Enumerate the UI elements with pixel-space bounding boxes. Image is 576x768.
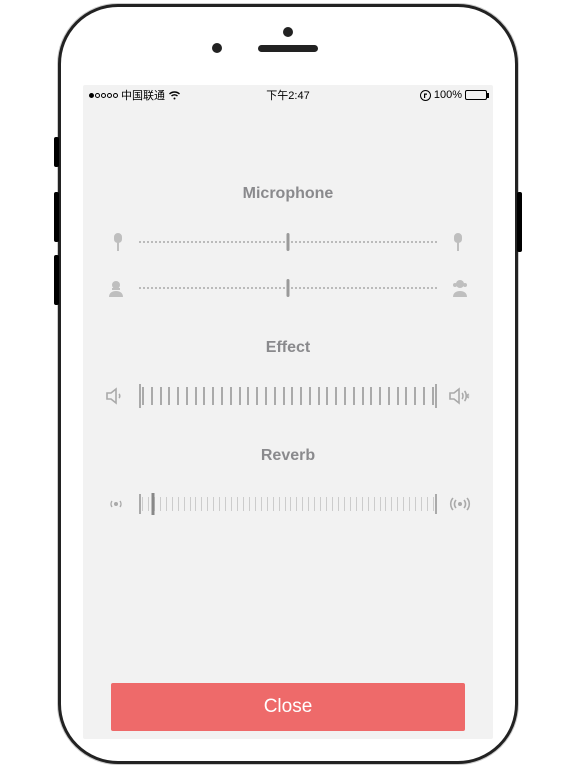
- reverb-slider[interactable]: [139, 492, 437, 516]
- female-voice-icon: [447, 275, 473, 301]
- phone-speaker: [258, 45, 318, 52]
- phone-camera: [212, 43, 222, 53]
- reverb-large-icon: [447, 491, 473, 517]
- voice-gender-row: [103, 275, 473, 301]
- close-button[interactable]: Close: [111, 683, 465, 731]
- battery-icon: [465, 90, 487, 100]
- reverb-title: Reverb: [103, 447, 473, 465]
- effect-slider[interactable]: [139, 384, 437, 408]
- content-area: Microphone: [83, 105, 493, 739]
- speaker-high-icon: [447, 383, 473, 409]
- status-left: 中国联通: [89, 87, 181, 103]
- phone-volume-up: [54, 192, 59, 242]
- wifi-icon: [168, 90, 181, 100]
- phone-frame: 中国联通 下午2:47 100% Microphone: [58, 4, 518, 764]
- orientation-lock-icon: [420, 90, 431, 101]
- male-voice-icon: [103, 275, 129, 301]
- carrier-label: 中国联通: [121, 87, 165, 103]
- screen: 中国联通 下午2:47 100% Microphone: [83, 85, 493, 739]
- effect-row: [103, 383, 473, 409]
- earbud-balance-row: [103, 229, 473, 255]
- signal-icon: [89, 93, 118, 98]
- status-right: 100%: [420, 89, 487, 101]
- earbud-right-icon: [447, 229, 473, 255]
- phone-volume-down: [54, 255, 59, 305]
- phone-power-button: [517, 192, 522, 252]
- status-time: 下午2:47: [266, 87, 309, 103]
- effect-title: Effect: [103, 339, 473, 357]
- voice-gender-slider[interactable]: [139, 280, 437, 296]
- reverb-row: [103, 491, 473, 517]
- battery-pct: 100%: [434, 89, 462, 101]
- earbud-left-icon: [103, 229, 129, 255]
- phone-mute-switch: [54, 137, 59, 167]
- phone-sensor: [283, 27, 293, 37]
- microphone-title: Microphone: [103, 185, 473, 203]
- reverb-small-icon: [103, 491, 129, 517]
- speaker-low-icon: [103, 383, 129, 409]
- status-bar: 中国联通 下午2:47 100%: [83, 85, 493, 105]
- earbud-balance-slider[interactable]: [139, 234, 437, 250]
